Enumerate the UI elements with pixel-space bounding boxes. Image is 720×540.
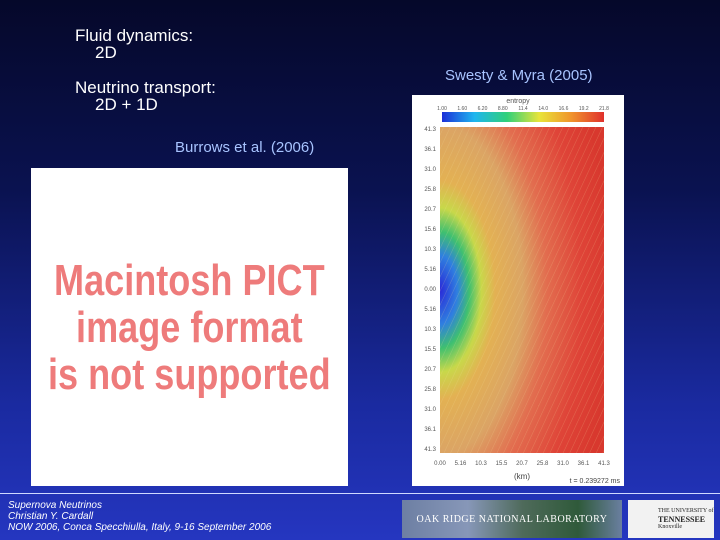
y-tick-label: 10.3 [424, 247, 436, 253]
x-tick-label: 36.1 [578, 461, 590, 467]
colorbar-tick: 1.60 [457, 106, 467, 112]
entropy-simulation-image: entropy 1.00 1.60 6.20 8.80 11.4 14.0 16.6 19.2… [424, 98, 621, 485]
oak-ridge-banner: OAK RIDGE NATIONAL LABORATORY [402, 500, 622, 538]
entropy-streaks [440, 127, 604, 453]
university-logo-text: THE UNIVERSITY of TENNESSEE Knoxville [658, 508, 713, 531]
oak-ridge-banner-text: OAK RIDGE NATIONAL LABORATORY [416, 513, 608, 525]
y-tick-label: 10.3 [424, 327, 436, 333]
y-tick-label: 5.16 [424, 267, 436, 273]
y-axis-ticks: 41.3 36.1 31.0 25.8 20.7 15.6 10.3 5.16 0.00 5.16… [424, 127, 436, 453]
pict-line-2: image format [76, 302, 303, 352]
y-tick-label: 15.6 [424, 227, 436, 233]
y-tick-label: 15.5 [424, 347, 436, 353]
burrows-citation: Burrows et al. (2006) [175, 139, 315, 156]
footer-line-3: NOW 2006, Conca Specchiulla, Italy, 9-16… [8, 522, 272, 533]
x-axis-label: (km) [514, 472, 530, 481]
fluid-dynamics-value: 2D [95, 43, 117, 62]
footer-line-1: Supernova Neutrinos [8, 500, 102, 511]
x-tick-label: 15.5 [496, 461, 508, 467]
y-tick-label: 31.0 [424, 167, 436, 173]
footer-line-2: Christian Y. Cardall [8, 511, 94, 522]
university-line-3: Knoxville [658, 523, 682, 530]
colorbar-title: entropy [506, 98, 530, 105]
simulation-time-label: t = 0.239272 ms [570, 478, 621, 485]
colorbar-tick: 16.6 [559, 106, 569, 112]
x-tick-label: 41.3 [598, 461, 610, 467]
university-line-2: TENNESSEE [658, 514, 706, 524]
y-tick-label: 20.7 [424, 207, 436, 213]
footer-credits: Supernova Neutrinos Christian Y. Cardall… [8, 500, 271, 533]
y-tick-label: 36.1 [424, 147, 436, 153]
y-tick-label: 25.8 [424, 187, 436, 193]
fluid-dynamics-label: Fluid dynamics: [75, 26, 194, 45]
pict-line-1: Macintosh PICT [54, 255, 325, 305]
x-tick-label: 25.8 [537, 461, 549, 467]
colorbar-tick: 11.4 [518, 106, 528, 112]
x-axis-ticks: 0.00 5.16 10.3 15.5 20.7 25.8 31.0 36.1 41.3 [434, 461, 610, 467]
y-tick-label: 31.0 [424, 407, 436, 413]
colorbar-tick: 14.0 [538, 106, 548, 112]
colorbar-tick: 19.2 [579, 106, 589, 112]
footer-divider [0, 493, 720, 494]
x-tick-label: 10.3 [475, 461, 487, 467]
x-tick-label: 5.16 [455, 461, 467, 467]
y-tick-label: 20.7 [424, 367, 436, 373]
y-tick-label: 41.3 [424, 127, 436, 133]
university-line-1: THE UNIVERSITY of [658, 507, 714, 514]
colorbar-tick: 6.20 [478, 106, 488, 112]
colorbar-tick: 21.8 [599, 106, 609, 112]
colorbar-tick: 8.80 [498, 106, 508, 112]
entropy-colorbar [442, 112, 604, 122]
y-tick-label: 41.3 [424, 447, 436, 453]
x-tick-label: 0.00 [434, 461, 446, 467]
x-tick-label: 31.0 [557, 461, 569, 467]
pict-line-3: is not supported [48, 349, 331, 399]
y-tick-label: 36.1 [424, 427, 436, 433]
neutrino-transport-value: 2D + 1D [95, 95, 158, 114]
swesty-myra-citation: Swesty & Myra (2005) [445, 67, 593, 84]
colorbar-ticks: 1.00 1.60 6.20 8.80 11.4 14.0 16.6 19.2 21.8 [437, 106, 609, 112]
university-tennessee-logo: THE UNIVERSITY of TENNESSEE Knoxville [628, 500, 714, 538]
entropy-simulation-panel: entropy 1.00 1.60 6.20 8.80 11.4 14.0 16.6 19.2… [412, 95, 624, 486]
unsupported-image-message: Macintosh PICT image format is not suppo… [48, 257, 331, 398]
y-tick-label: 0.00 [424, 287, 436, 293]
unsupported-image-placeholder: Macintosh PICT image format is not suppo… [31, 168, 348, 486]
colorbar-tick: 1.00 [437, 106, 447, 112]
y-tick-label: 25.8 [424, 387, 436, 393]
x-tick-label: 20.7 [516, 461, 528, 467]
y-tick-label: 5.16 [424, 307, 436, 313]
